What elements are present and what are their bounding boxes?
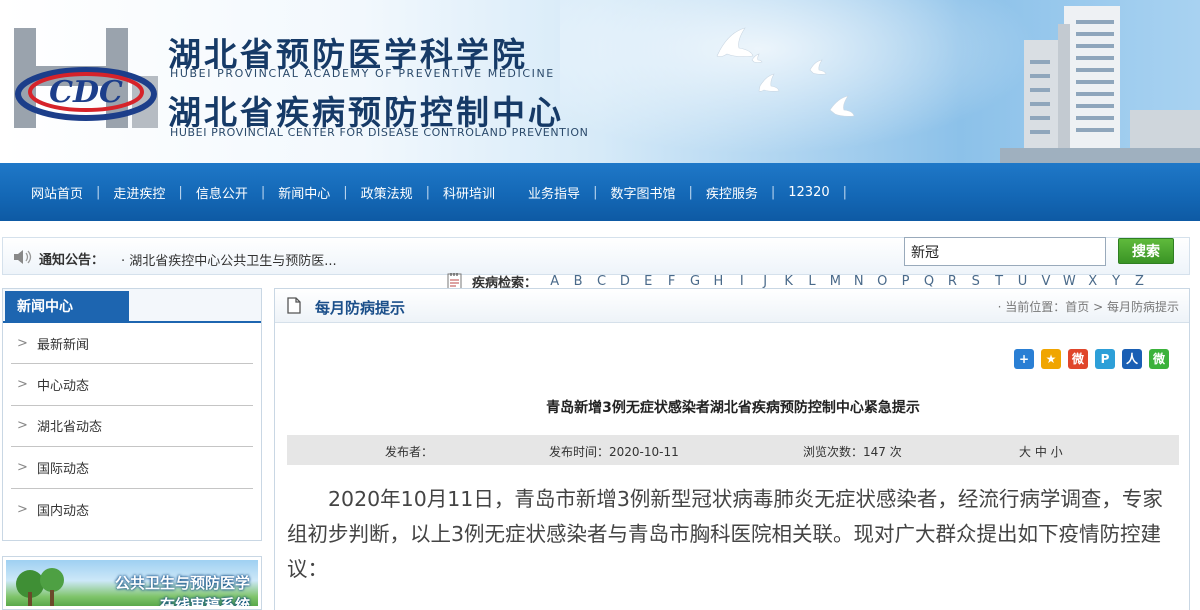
letter-link-t[interactable]: T [987,274,1010,289]
promo-line-2: 在线审稿系统 [159,596,250,606]
article-meta-bar: 发布者： 发布时间：2020-10-11 浏览次数：147 次 大 中 小 [287,435,1179,465]
review-system-banner[interactable]: 公共卫生与预防医学 在线审稿系统 [2,556,262,610]
letter-link-w[interactable]: W [1058,274,1081,289]
sidebar-item-label: 湖北省动态 [37,420,103,436]
nav-12320[interactable]: 12320 [775,185,842,200]
letter-link-b[interactable]: B [566,274,589,289]
search-input[interactable] [904,237,1106,266]
sidebar-item-label: 最新新闻 [37,337,90,353]
qzone-share-icon[interactable]: ★ [1041,349,1061,369]
search-button[interactable]: 搜索 [1118,238,1174,264]
article-panel-header: 每月防病提示 · 当前位置：首页 > 每月防病提示 [275,289,1189,323]
sidebar-item-latest-news[interactable]: > 最新新闻 [11,323,253,365]
sidebar-item-label: 国际动态 [37,461,90,477]
chevron-right-icon: > [17,335,28,351]
letter-link-o[interactable]: O [870,274,893,289]
letter-link-m[interactable]: M [824,274,847,289]
trees-illustration [16,568,64,606]
institute-title-en: HUBEI PROVINCIAL ACADEMY OF PREVENTIVE M… [170,67,555,80]
sidebar-item-hubei-news[interactable]: > 湖北省动态 [11,406,253,448]
letter-link-v[interactable]: V [1034,274,1057,289]
letter-link-s[interactable]: S [964,274,987,289]
sidebar-title: 新闻中心 [5,291,129,323]
letter-link-h[interactable]: H [707,274,730,289]
article-title: 青岛新增3例无症状感染者湖北省疾病预防控制中心紧急提示 [546,400,920,416]
chevron-right-icon: > [17,377,28,393]
publish-time: 发布时间：2020-10-11 [549,445,679,459]
tencent-share-icon[interactable]: P [1095,349,1115,369]
breadcrumb: · 当前位置：首页 > 每月防病提示 [997,300,1179,314]
nav-about[interactable]: 走进疾控 [100,183,178,202]
weibo-share-icon[interactable]: 微 [1068,349,1088,369]
promo-line-1: 公共卫生与预防医学 [114,574,250,592]
article-panel: 每月防病提示 · 当前位置：首页 > 每月防病提示 + ★ 微 P 人 微 青岛… [274,288,1190,610]
renren-share-icon[interactable]: 人 [1122,349,1142,369]
doves-illustration [716,27,855,117]
notice-label: 通知公告： [39,253,105,268]
nav-business-guidance[interactable]: 业务指导 [508,183,593,202]
letter-link-z[interactable]: Z [1128,274,1151,289]
notice-link[interactable]: · 湖北省疾控中心公共卫生与预防医... [121,250,337,269]
letter-link-d[interactable]: D [613,274,636,289]
nav-cdc-services[interactable]: 疾控服务 [693,183,771,202]
nav-separator: | [842,184,848,200]
share-toolbar: + ★ 微 P 人 微 [1014,349,1169,369]
letter-link-x[interactable]: X [1081,274,1104,289]
nav-info-disclosure[interactable]: 信息公开 [183,183,261,202]
letter-link-e[interactable]: E [637,274,660,289]
section-title: 每月防病提示 [315,299,406,317]
letter-link-g[interactable]: G [683,274,706,289]
letter-link-a[interactable]: A [543,274,566,289]
promo-image: 公共卫生与预防医学 在线审稿系统 [6,560,258,606]
letter-link-j[interactable]: J [754,274,777,289]
cdc-logo: CDC [14,28,158,128]
sidebar-item-label: 国内动态 [37,503,90,519]
site-banner: CDC 湖北省预防医学科学院 HUBEI PROVINCIAL ACADEMY … [0,0,1200,163]
letter-link-r[interactable]: R [941,274,964,289]
sidebar-item-domestic-news[interactable]: > 国内动态 [11,489,253,530]
font-size-controls[interactable]: 大 中 小 [1019,443,1063,460]
letter-link-c[interactable]: C [590,274,613,289]
plus-share-icon[interactable]: + [1014,349,1034,369]
sidebar-item-center-news[interactable]: > 中心动态 [11,364,253,406]
nav-research-training[interactable]: 科研培训 [430,183,508,202]
letter-link-y[interactable]: Y [1104,274,1127,289]
chevron-right-icon: > [17,459,28,475]
letter-link-p[interactable]: P [894,274,917,289]
letter-link-l[interactable]: L [800,274,823,289]
sidebar-item-international-news[interactable]: > 国际动态 [11,447,253,489]
letter-link-i[interactable]: I [730,274,753,289]
logo-text: CDC [49,75,123,110]
nav-policy[interactable]: 政策法规 [348,183,426,202]
nav-news-center[interactable]: 新闻中心 [265,183,343,202]
sidebar-news-center: 新闻中心 > 最新新闻 > 中心动态 > 湖北省动态 > 国际动态 > 国内动态 [2,288,262,541]
letter-link-u[interactable]: U [1011,274,1034,289]
chevron-right-icon: > [17,501,28,517]
article-body: 2020年10月11日，青岛市新增3例新型冠状病毒肺炎无症状感染者，经流行病学调… [287,487,1163,581]
center-title-en: HUBEI PROVINCIAL CENTER FOR DISEASE CONT… [170,126,589,139]
view-count: 浏览次数：147 次 [803,445,902,459]
letter-link-q[interactable]: Q [917,274,940,289]
wechat-share-icon[interactable]: 微 [1149,349,1169,369]
document-icon [287,297,301,314]
building-illustration [1000,6,1200,163]
sidebar-header: 新闻中心 [3,289,261,323]
speaker-icon [14,250,32,264]
sidebar-item-label: 中心动态 [37,379,90,395]
main-nav: 网站首页 | 走进疾控 | 信息公开 | 新闻中心 | 政策法规 | 科研培训 业务指导 |… [0,163,1200,221]
publisher-label: 发布者： [385,445,434,459]
nav-home[interactable]: 网站首页 [18,183,96,202]
nav-digital-library[interactable]: 数字图书馆 [597,183,688,202]
letter-link-n[interactable]: N [847,274,870,289]
chevron-right-icon: > [17,418,28,434]
letter-link-f[interactable]: F [660,274,683,289]
letter-link-k[interactable]: K [777,274,800,289]
